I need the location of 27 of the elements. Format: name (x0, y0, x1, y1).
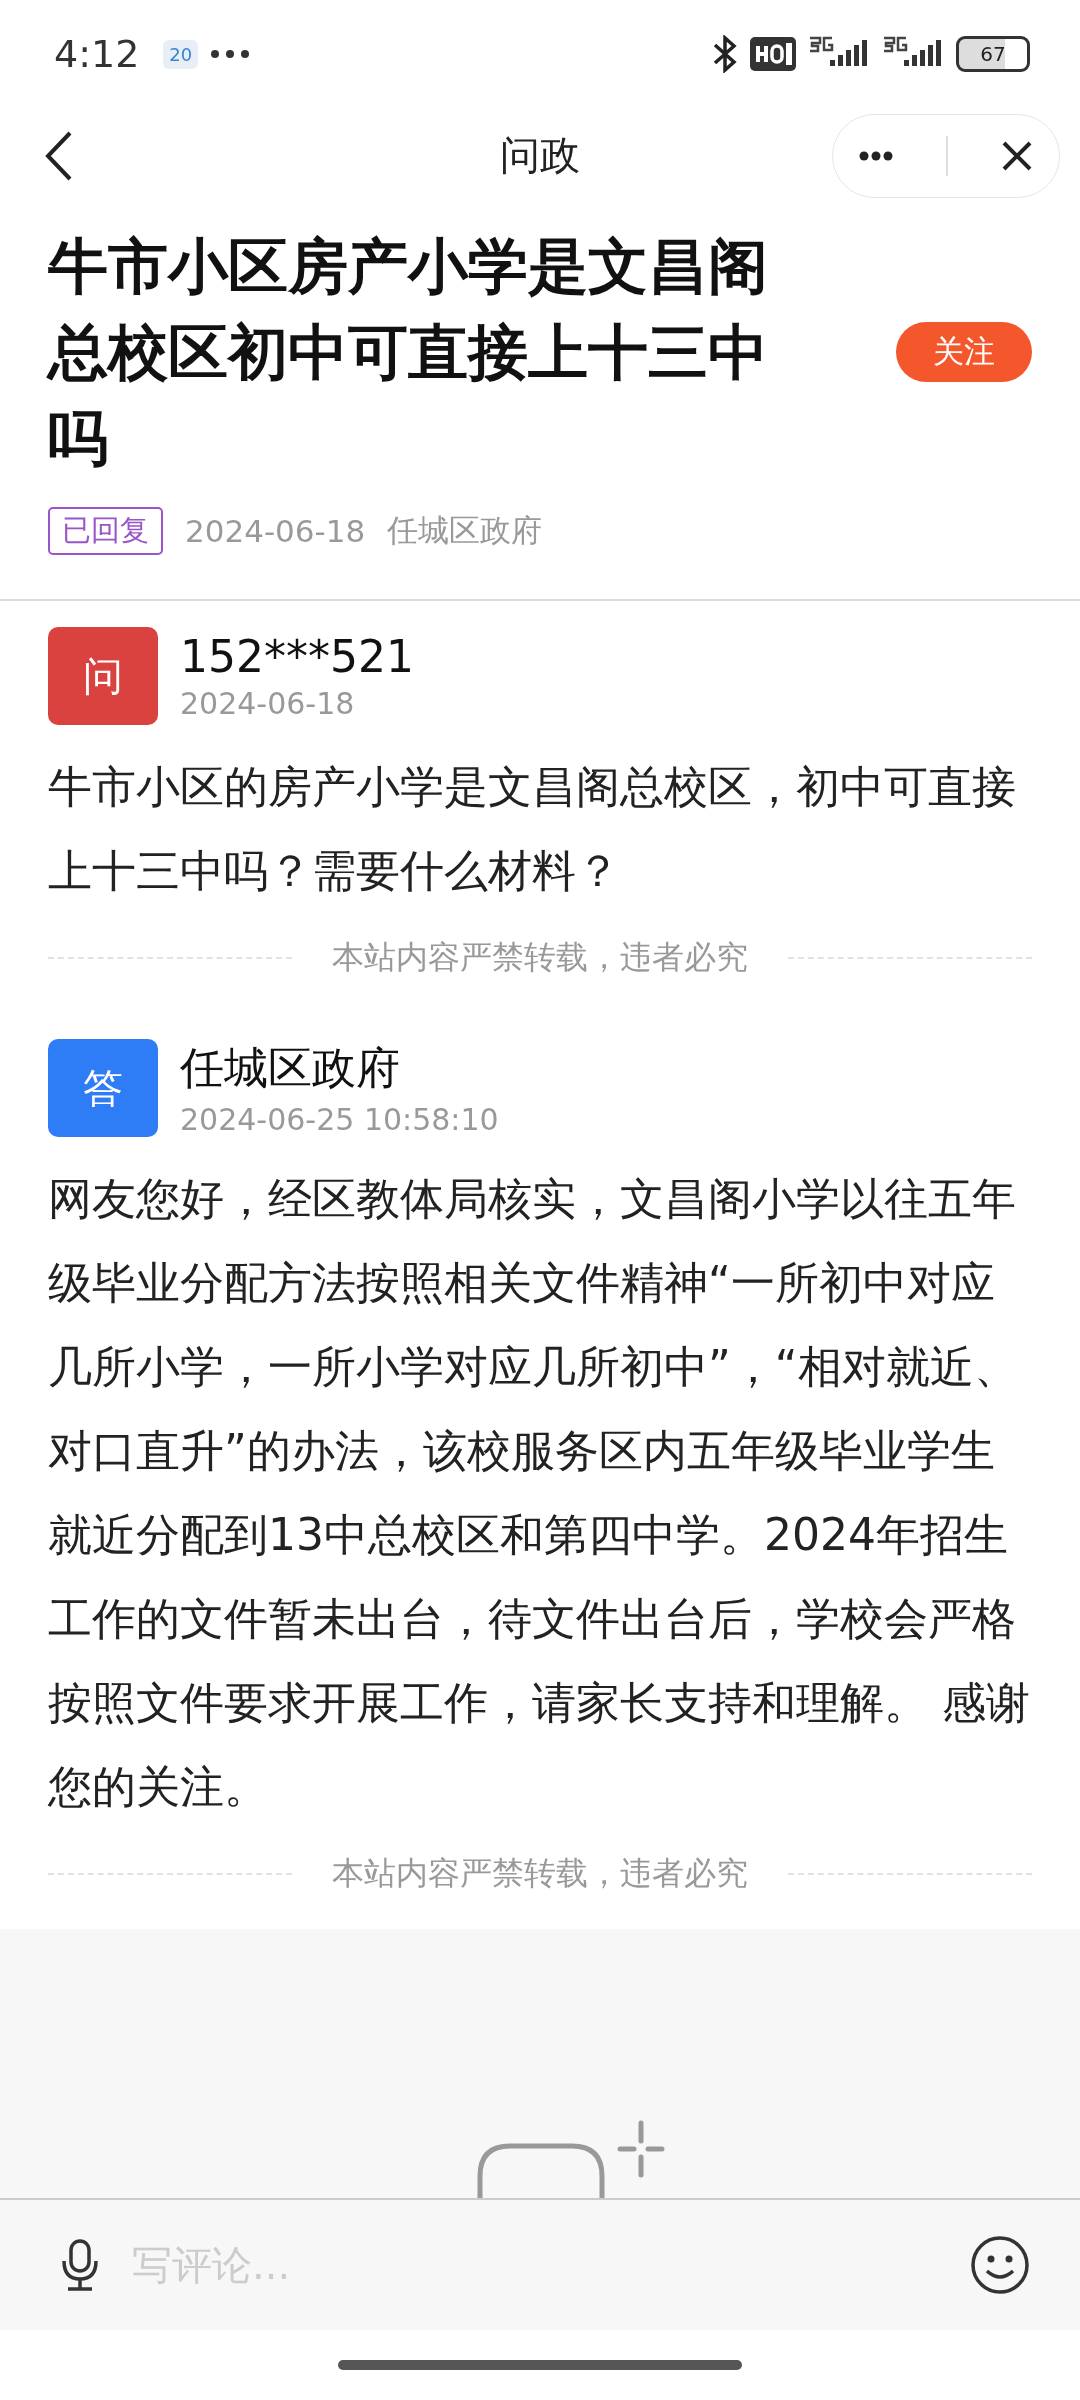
page-title: 问政 (500, 131, 580, 180)
question-title: 牛市小区房产小学是文昌阁总校区初中可直接上十三中吗 (48, 230, 769, 475)
answer-text: 网友您好，经区教体局核实，文昌阁小学以往五年级毕业分配方法按照相关文件精神“一所初中对应几所小学，一所小学对应几所初中”，“相对就近、对口直升”的办法，该校服务区内五年级毕业学生就近分配到13中总校区和第四中学。2024年招生工作的文件暂未出台，待文件出台后，学校会严格按照文件要求开展工作，请家长支持和理解。 感谢您的关注。 (48, 1172, 1031, 1814)
message-time: 2024-06-25 10:58:10 (180, 1102, 499, 1137)
back-icon[interactable] (44, 129, 74, 182)
battery-level: 67 (980, 42, 1006, 66)
message-time: 2024-06-18 (180, 686, 356, 721)
status-time: 4:12 (54, 32, 140, 76)
author-name: 152***521 (180, 631, 414, 682)
question-text: 牛市小区的房产小学是文昌阁总校区，初中可直接上十三中吗？需要什么材料？ (48, 760, 1017, 898)
post-date: 2024-06-18 (185, 513, 366, 549)
copyright-notice: 本站内容严禁转载，违者必究 (332, 937, 748, 978)
more-notifications-icon (210, 49, 251, 59)
close-icon[interactable] (1000, 139, 1033, 172)
microphone-icon[interactable] (60, 2239, 100, 2291)
answer-avatar: 答 (48, 1039, 158, 1137)
follow-button[interactable]: 关注 (896, 322, 1032, 382)
department-name: 任城区政府 (387, 511, 543, 550)
author-name: 任城区政府 (180, 1041, 401, 1095)
emoji-icon[interactable] (970, 2235, 1030, 2295)
calendar-notification-icon: 20 (163, 39, 199, 69)
hd-voice-icon (750, 37, 796, 71)
more-icon[interactable] (859, 150, 894, 161)
copyright-notice: 本站内容严禁转载，违者必究 (332, 1853, 748, 1894)
question-avatar: 问 (48, 627, 158, 725)
status-tag: 已回复 (48, 507, 163, 555)
bluetooth-icon (712, 35, 738, 73)
